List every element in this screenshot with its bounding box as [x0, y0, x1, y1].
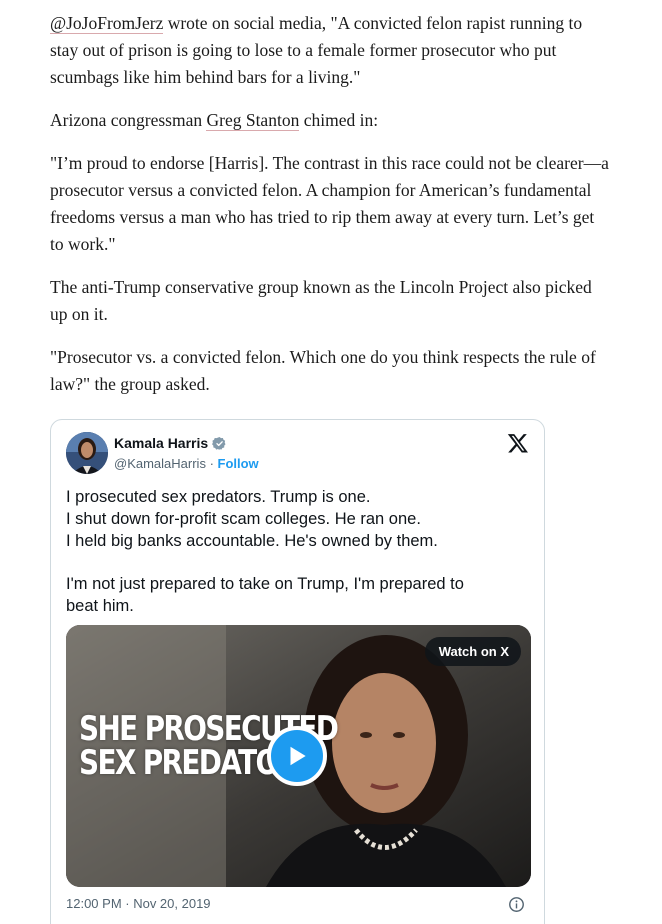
jojofromjerz-link[interactable]: @JoJoFromJerz: [50, 13, 164, 34]
avatar[interactable]: [66, 432, 108, 474]
verified-badge-icon: [212, 436, 226, 450]
paragraph-stanton-quote: "I’m proud to endorse [Harris]. The cont…: [50, 153, 609, 254]
separator-dot: ·: [205, 456, 218, 471]
tweet-text: I prosecuted sex predators. Trump is one…: [66, 486, 529, 617]
play-button[interactable]: [267, 726, 327, 786]
paragraph-lincoln-project: The anti-Trump conservative group known …: [50, 277, 592, 324]
paragraph-text: chimed in:: [299, 110, 379, 130]
tweet-line: I prosecuted sex predators. Trump is one…: [66, 488, 371, 506]
tweet-video[interactable]: Watch on X SHE PROSECUTED SEX PREDATORS: [66, 625, 531, 887]
x-logo-icon[interactable]: [507, 432, 529, 454]
tweet-line: beat him.: [66, 597, 134, 615]
tweet-timestamp[interactable]: 12:00 PM · Nov 20, 2019: [66, 896, 211, 911]
paragraph-stanton: Arizona congressman Greg Stanton chimed …: [50, 107, 610, 134]
greg-stanton-link[interactable]: Greg Stanton: [206, 110, 300, 131]
tweet-line: I'm not just prepared to take on Trump, …: [66, 575, 464, 593]
follow-button[interactable]: Follow: [218, 456, 259, 471]
article-body: @JoJoFromJerz wrote on social media, "A …: [50, 10, 610, 414]
play-icon: [290, 746, 306, 766]
paragraph-text: Arizona congressman: [50, 110, 207, 130]
tweet-footer: 12:00 PM · Nov 20, 2019: [66, 896, 529, 918]
tweet-name-row: Kamala Harris: [114, 435, 227, 451]
paragraph-jojofromjerz: @JoJoFromJerz wrote on social media, "A …: [50, 10, 610, 91]
watch-on-x-button[interactable]: Watch on X: [424, 637, 521, 666]
embedded-tweet[interactable]: Kamala Harris @KamalaHarris · Follow I p…: [50, 419, 545, 924]
tweet-handle-row: @KamalaHarris · Follow: [114, 456, 259, 471]
tweet-line: I held big banks accountable. He's owned…: [66, 532, 438, 550]
author-handle[interactable]: @KamalaHarris: [114, 456, 206, 471]
tweet-header: Kamala Harris @KamalaHarris · Follow: [66, 432, 529, 476]
paragraph-lincoln-quote: "Prosecutor vs. a convicted felon. Which…: [50, 347, 596, 394]
tweet-line: I shut down for-profit scam colleges. He…: [66, 510, 421, 528]
info-icon[interactable]: [508, 896, 525, 913]
author-name[interactable]: Kamala Harris: [114, 435, 208, 451]
